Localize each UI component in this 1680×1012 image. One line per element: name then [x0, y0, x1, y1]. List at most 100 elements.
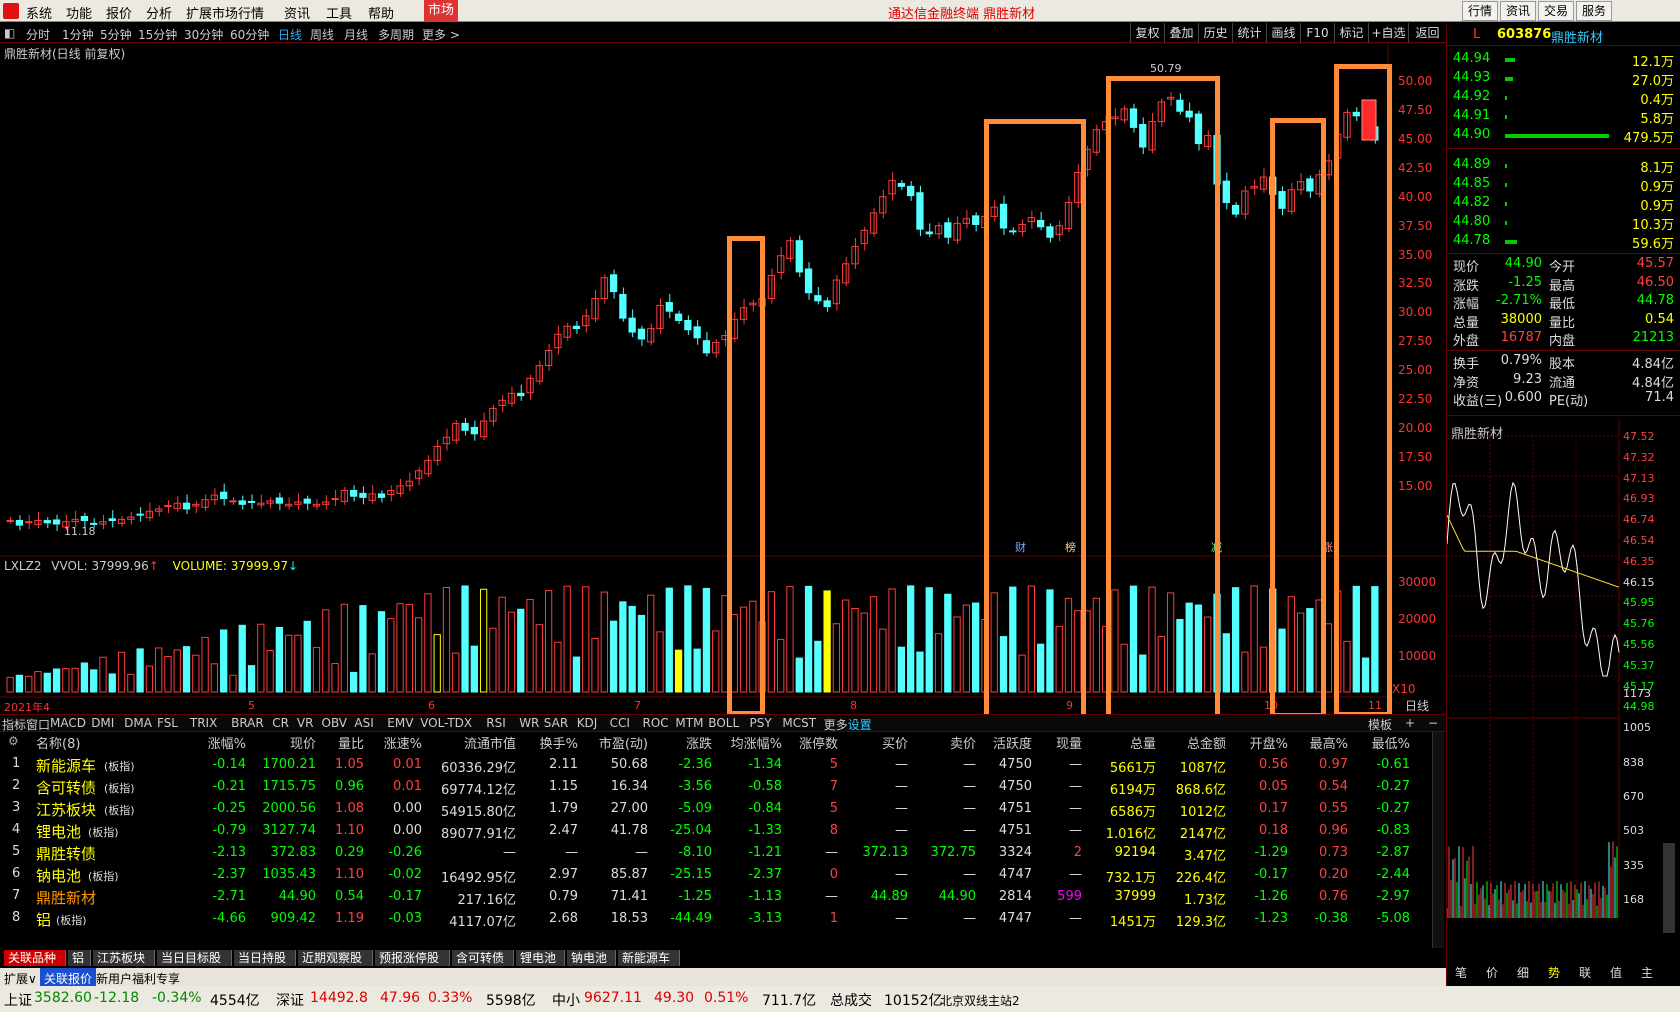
row-name[interactable]: 新能源车	[36, 755, 96, 776]
header-amount[interactable]: 总金额	[1187, 733, 1226, 752]
mini-tab-6[interactable]: 主	[1641, 964, 1653, 981]
mini-tab-2[interactable]: 细	[1517, 964, 1529, 981]
row-name[interactable]: 钠电池	[36, 865, 81, 886]
header-vratio[interactable]: 量比	[338, 733, 364, 752]
bottom-tab-5[interactable]: 近期观察股	[298, 950, 373, 966]
bid-price[interactable]: 44.78	[1453, 233, 1490, 248]
header-mcap[interactable]: 流通市值	[464, 733, 516, 752]
table-row[interactable]: 4 锂电池 (板指) -0.79 3127.74 1.10 0.00 89077.91亿 2.4…	[0, 820, 1446, 842]
bottom-tab-2[interactable]: 江苏板块	[93, 950, 155, 966]
mini-tab-0[interactable]: 笔	[1455, 964, 1467, 981]
event-marker[interactable]: 榜	[1065, 540, 1076, 554]
kline-type-label[interactable]: 日线	[1405, 697, 1429, 714]
indicator-15[interactable]: WR	[519, 716, 539, 730]
ask-price[interactable]: 44.94	[1453, 51, 1490, 66]
header-bid[interactable]: 买价	[882, 733, 908, 752]
bottom-tab-6[interactable]: 预报涨停股	[375, 950, 450, 966]
table-row[interactable]: 7 鼎胜新材 -2.71 44.90 0.54 -0.17 217.16亿 0.79 71.41…	[0, 886, 1446, 908]
indicator-3[interactable]: DMI	[91, 716, 114, 730]
settings-gear-icon[interactable]: ⚙	[8, 734, 19, 748]
indicator-5[interactable]: FSL	[157, 716, 178, 730]
indicator-24[interactable]: 更多	[824, 716, 848, 733]
indicator-4[interactable]: DMA	[124, 716, 152, 730]
header-pct[interactable]: 涨幅%	[208, 733, 246, 752]
ask-price[interactable]: 44.91	[1453, 108, 1490, 123]
btn-news[interactable]: 资讯	[1500, 1, 1536, 21]
indicator-23[interactable]: MCST	[782, 716, 816, 730]
indicator-0[interactable]: 指标	[2, 716, 26, 733]
btn-service[interactable]: 服务	[1576, 1, 1612, 21]
bottom-tab-4[interactable]: 当日持股	[234, 950, 296, 966]
ask-price[interactable]: 44.90	[1453, 127, 1490, 142]
bottom-tab-8[interactable]: 锂电池	[516, 950, 565, 966]
table-row[interactable]: 5 鼎胜转债 -2.13 372.83 0.29 -0.26 — — — -8.10 -1.21 — 3…	[0, 842, 1446, 864]
indicator-2[interactable]: MACD	[50, 716, 86, 730]
indicator-25[interactable]: 设置	[848, 716, 872, 733]
template-button[interactable]: 模板	[1368, 716, 1392, 733]
header-chg[interactable]: 涨跌	[686, 733, 712, 752]
more-indicator-button[interactable]: −	[1428, 716, 1438, 730]
sh-value[interactable]: 3582.60	[34, 990, 92, 1006]
header-avgpct[interactable]: 均涨幅%	[731, 733, 782, 752]
bottom-tab-7[interactable]: 含可转债	[452, 950, 514, 966]
indicator-6[interactable]: TRIX	[190, 716, 217, 730]
indicator-21[interactable]: BOLL	[708, 716, 739, 730]
mini-scrollbar[interactable]	[1663, 843, 1675, 933]
sz-value[interactable]: 14492.8	[310, 990, 368, 1006]
indicator-17[interactable]: KDJ	[577, 716, 598, 730]
header-limitup[interactable]: 涨停数	[799, 733, 838, 752]
indicator-7[interactable]: BRAR	[231, 716, 264, 730]
header-totvol[interactable]: 总量	[1130, 733, 1156, 752]
bottom-tab-9[interactable]: 钠电池	[567, 950, 616, 966]
new-user-benefit-link[interactable]: 新用户福利专享	[96, 970, 180, 987]
table-row[interactable]: 8 铝 (板指) -4.66 909.42 1.19 -0.03 4117.07亿 2.68 18…	[0, 908, 1446, 930]
row-name[interactable]: 江苏板块	[36, 799, 96, 820]
indicator-19[interactable]: ROC	[643, 716, 669, 730]
mini-tab-5[interactable]: 值	[1610, 964, 1622, 981]
row-name[interactable]: 鼎胜转债	[36, 843, 96, 864]
indicator-9[interactable]: VR	[297, 716, 314, 730]
bottom-tab-0[interactable]: 关联品种	[4, 950, 66, 966]
expand-button[interactable]: 扩展∨	[4, 970, 37, 987]
indicator-20[interactable]: MTM	[675, 716, 703, 730]
bottom-tab-1[interactable]: 铝	[68, 950, 91, 966]
zx-value[interactable]: 9627.11	[584, 990, 642, 1006]
bid-price[interactable]: 44.80	[1453, 214, 1490, 229]
row-name[interactable]: 铝	[36, 909, 51, 930]
header-turnover[interactable]: 换手%	[540, 733, 578, 752]
header-low[interactable]: 最低%	[1372, 733, 1410, 752]
indicator-22[interactable]: PSY	[750, 716, 772, 730]
header-open[interactable]: 开盘%	[1250, 733, 1288, 752]
bottom-tab-10[interactable]: 新能源车	[618, 950, 680, 966]
header-curvol[interactable]: 现量	[1056, 733, 1082, 752]
header-speed[interactable]: 涨速%	[384, 733, 422, 752]
btn-hq[interactable]: 行情	[1462, 1, 1498, 21]
add-indicator-button[interactable]: +	[1405, 716, 1415, 730]
indicator-16[interactable]: SAR	[544, 716, 568, 730]
server-name[interactable]: 北京双线主站2	[940, 992, 1020, 1009]
vol-indicator-name[interactable]: LXLZ2	[4, 559, 41, 573]
table-row[interactable]: 2 含可转债 (板指) -0.21 1715.75 0.96 0.01 69774.12亿 1.…	[0, 776, 1446, 798]
event-marker[interactable]: 减	[1211, 541, 1222, 554]
header-pe[interactable]: 市盈(动)	[599, 733, 648, 752]
header-price[interactable]: 现价	[290, 733, 316, 752]
indicator-13[interactable]: VOL-TDX	[420, 716, 472, 730]
bid-price[interactable]: 44.85	[1453, 176, 1490, 191]
row-name[interactable]: 锂电池	[36, 821, 81, 842]
table-row[interactable]: 3 江苏板块 (板指) -0.25 2000.56 1.08 0.00 54915.80亿 1.…	[0, 798, 1446, 820]
mini-tab-3[interactable]: 势	[1548, 964, 1560, 981]
bid-price[interactable]: 44.82	[1453, 195, 1490, 210]
row-name[interactable]: 含可转债	[36, 777, 96, 798]
indicator-12[interactable]: EMV	[387, 716, 413, 730]
kline-chart[interactable]: 50.79 11.18 财 榜 减 涨	[0, 0, 1446, 732]
bottom-tab-3[interactable]: 当日目标股	[157, 950, 232, 966]
indicator-8[interactable]: CR	[272, 716, 289, 730]
mini-tab-1[interactable]: 价	[1486, 964, 1498, 981]
btn-trade[interactable]: 交易	[1538, 1, 1574, 21]
table-row[interactable]: 6 钠电池 (板指) -2.37 1035.43 1.10 -0.02 16492.95亿 2.…	[0, 864, 1446, 886]
bid-price[interactable]: 44.89	[1453, 157, 1490, 172]
mini-tab-4[interactable]: 联	[1579, 964, 1591, 981]
event-marker[interactable]: 涨	[1322, 541, 1333, 554]
header-active[interactable]: 活跃度	[993, 733, 1032, 752]
indicator-14[interactable]: RSI	[486, 716, 506, 730]
